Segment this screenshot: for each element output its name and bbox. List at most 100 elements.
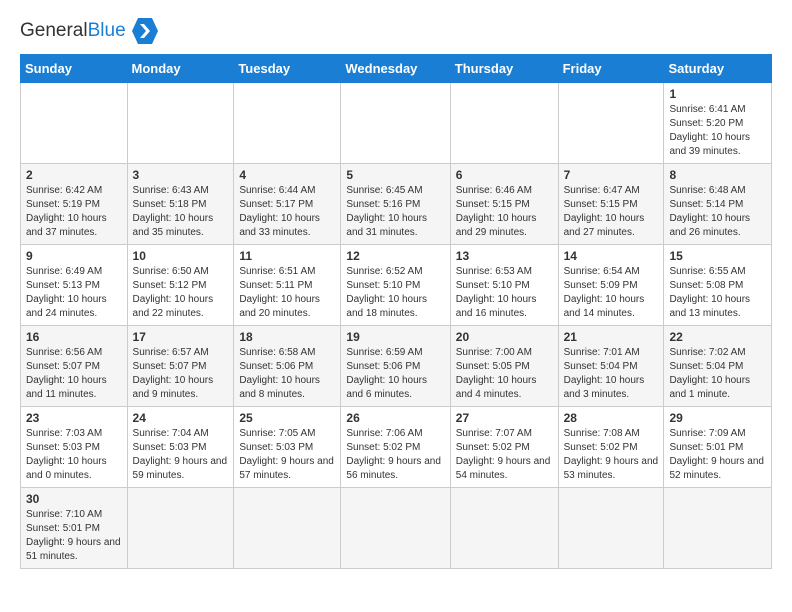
day-number: 10 — [133, 249, 229, 263]
day-info: Sunrise: 6:42 AM Sunset: 5:19 PM Dayligh… — [26, 184, 122, 240]
day-info: Sunrise: 6:54 AM Sunset: 5:09 PM Dayligh… — [564, 265, 659, 321]
day-info: Sunrise: 6:41 AM Sunset: 5:20 PM Dayligh… — [669, 103, 766, 159]
day-info: Sunrise: 6:59 AM Sunset: 5:06 PM Dayligh… — [346, 346, 444, 402]
calendar-cell — [341, 83, 450, 164]
calendar-cell: 4 Sunrise: 6:44 AM Sunset: 5:17 PM Daylig… — [234, 164, 341, 245]
weekday-header: Thursday — [450, 55, 558, 83]
day-number: 27 — [456, 411, 553, 425]
calendar-cell: 18Sunrise: 6:58 AM Sunset: 5:06 PM Dayli… — [234, 326, 341, 407]
day-info: Sunrise: 7:05 AM Sunset: 5:03 PM Dayligh… — [239, 427, 335, 483]
day-info: Sunrise: 6:49 AM Sunset: 5:13 PM Dayligh… — [26, 265, 122, 321]
calendar-cell: 28Sunrise: 7:08 AM Sunset: 5:02 PM Dayli… — [558, 407, 664, 488]
day-number: 8 — [669, 168, 766, 182]
day-number: 12 — [346, 249, 444, 263]
calendar-cell: 27 Sunrise: 7:07 AM Sunset: 5:02 PM Dayli… — [450, 407, 558, 488]
day-number: 15 — [669, 249, 766, 263]
day-info: Sunrise: 6:53 AM Sunset: 5:10 PM Dayligh… — [456, 265, 553, 321]
logo-general: General — [20, 20, 88, 41]
calendar-cell — [450, 83, 558, 164]
calendar-cell — [234, 488, 341, 569]
weekday-header: Saturday — [664, 55, 772, 83]
day-number: 30 — [26, 492, 122, 506]
day-info: Sunrise: 6:55 AM Sunset: 5:08 PM Dayligh… — [669, 265, 766, 321]
weekday-header: Monday — [127, 55, 234, 83]
day-number: 7 — [564, 168, 659, 182]
calendar-cell — [450, 488, 558, 569]
calendar-cell: 16 Sunrise: 6:56 AM Sunset: 5:07 PM Dayli… — [21, 326, 128, 407]
calendar-cell — [664, 488, 772, 569]
day-number: 24 — [133, 411, 229, 425]
calendar-cell — [558, 83, 664, 164]
day-info: Sunrise: 7:03 AM Sunset: 5:03 PM Dayligh… — [26, 427, 122, 483]
day-info: Sunrise: 7:04 AM Sunset: 5:03 PM Dayligh… — [133, 427, 229, 483]
calendar-cell: 1Sunrise: 6:41 AM Sunset: 5:20 PM Daylig… — [664, 83, 772, 164]
calendar-table: SundayMondayTuesdayWednesdayThursdayFrid… — [20, 54, 772, 569]
day-info: Sunrise: 7:02 AM Sunset: 5:04 PM Dayligh… — [669, 346, 766, 402]
weekday-header: Tuesday — [234, 55, 341, 83]
calendar-cell: 25 Sunrise: 7:05 AM Sunset: 5:03 PM Dayli… — [234, 407, 341, 488]
calendar-cell — [21, 83, 128, 164]
calendar-cell: 17 Sunrise: 6:57 AM Sunset: 5:07 PM Dayli… — [127, 326, 234, 407]
day-number: 6 — [456, 168, 553, 182]
logo-blue: Blue — [88, 20, 126, 41]
calendar-cell: 29Sunrise: 7:09 AM Sunset: 5:01 PM Dayli… — [664, 407, 772, 488]
weekday-header: Sunday — [21, 55, 128, 83]
calendar-cell — [234, 83, 341, 164]
day-info: Sunrise: 6:47 AM Sunset: 5:15 PM Dayligh… — [564, 184, 659, 240]
day-info: Sunrise: 7:10 AM Sunset: 5:01 PM Dayligh… — [26, 508, 122, 564]
day-number: 20 — [456, 330, 553, 344]
calendar-cell: 24 Sunrise: 7:04 AM Sunset: 5:03 PM Dayli… — [127, 407, 234, 488]
day-info: Sunrise: 6:56 AM Sunset: 5:07 PM Dayligh… — [26, 346, 122, 402]
day-number: 2 — [26, 168, 122, 182]
day-info: Sunrise: 6:51 AM Sunset: 5:11 PM Dayligh… — [239, 265, 335, 321]
calendar-cell: 11 Sunrise: 6:51 AM Sunset: 5:11 PM Dayli… — [234, 245, 341, 326]
day-number: 23 — [26, 411, 122, 425]
day-info: Sunrise: 7:06 AM Sunset: 5:02 PM Dayligh… — [346, 427, 444, 483]
day-info: Sunrise: 6:57 AM Sunset: 5:07 PM Dayligh… — [133, 346, 229, 402]
calendar-cell: 7 Sunrise: 6:47 AM Sunset: 5:15 PM Daylig… — [558, 164, 664, 245]
calendar-cell: 14Sunrise: 6:54 AM Sunset: 5:09 PM Dayli… — [558, 245, 664, 326]
day-number: 25 — [239, 411, 335, 425]
day-number: 17 — [133, 330, 229, 344]
calendar-cell: 3Sunrise: 6:43 AM Sunset: 5:18 PM Daylig… — [127, 164, 234, 245]
calendar-cell: 13Sunrise: 6:53 AM Sunset: 5:10 PM Dayli… — [450, 245, 558, 326]
weekday-header: Friday — [558, 55, 664, 83]
calendar-cell — [558, 488, 664, 569]
header: GeneralBlue — [20, 16, 772, 46]
calendar-cell: 6 Sunrise: 6:46 AM Sunset: 5:15 PM Daylig… — [450, 164, 558, 245]
day-number: 26 — [346, 411, 444, 425]
day-number: 5 — [346, 168, 444, 182]
day-number: 11 — [239, 249, 335, 263]
day-info: Sunrise: 6:50 AM Sunset: 5:12 PM Dayligh… — [133, 265, 229, 321]
calendar-cell: 10 Sunrise: 6:50 AM Sunset: 5:12 PM Dayli… — [127, 245, 234, 326]
day-number: 3 — [133, 168, 229, 182]
calendar-cell — [127, 83, 234, 164]
calendar-cell: 23 Sunrise: 7:03 AM Sunset: 5:03 PM Dayli… — [21, 407, 128, 488]
calendar-cell — [127, 488, 234, 569]
day-number: 21 — [564, 330, 659, 344]
calendar-cell: 26 Sunrise: 7:06 AM Sunset: 5:02 PM Dayli… — [341, 407, 450, 488]
day-number: 4 — [239, 168, 335, 182]
logo-icon — [130, 16, 160, 46]
calendar-cell: 12Sunrise: 6:52 AM Sunset: 5:10 PM Dayli… — [341, 245, 450, 326]
logo: GeneralBlue — [20, 16, 160, 46]
day-info: Sunrise: 6:58 AM Sunset: 5:06 PM Dayligh… — [239, 346, 335, 402]
calendar-cell — [341, 488, 450, 569]
day-info: Sunrise: 7:07 AM Sunset: 5:02 PM Dayligh… — [456, 427, 553, 483]
calendar-cell: 2 Sunrise: 6:42 AM Sunset: 5:19 PM Daylig… — [21, 164, 128, 245]
day-info: Sunrise: 6:44 AM Sunset: 5:17 PM Dayligh… — [239, 184, 335, 240]
day-info: Sunrise: 6:45 AM Sunset: 5:16 PM Dayligh… — [346, 184, 444, 240]
day-number: 22 — [669, 330, 766, 344]
day-info: Sunrise: 7:08 AM Sunset: 5:02 PM Dayligh… — [564, 427, 659, 483]
calendar-cell: 5 Sunrise: 6:45 AM Sunset: 5:16 PM Daylig… — [341, 164, 450, 245]
day-number: 19 — [346, 330, 444, 344]
calendar-cell: 8 Sunrise: 6:48 AM Sunset: 5:14 PM Daylig… — [664, 164, 772, 245]
day-info: Sunrise: 7:09 AM Sunset: 5:01 PM Dayligh… — [669, 427, 766, 483]
day-info: Sunrise: 6:48 AM Sunset: 5:14 PM Dayligh… — [669, 184, 766, 240]
calendar-cell: 9 Sunrise: 6:49 AM Sunset: 5:13 PM Daylig… — [21, 245, 128, 326]
day-number: 9 — [26, 249, 122, 263]
day-number: 16 — [26, 330, 122, 344]
day-info: Sunrise: 6:46 AM Sunset: 5:15 PM Dayligh… — [456, 184, 553, 240]
calendar-cell: 20Sunrise: 7:00 AM Sunset: 5:05 PM Dayli… — [450, 326, 558, 407]
calendar-cell: 21Sunrise: 7:01 AM Sunset: 5:04 PM Dayli… — [558, 326, 664, 407]
